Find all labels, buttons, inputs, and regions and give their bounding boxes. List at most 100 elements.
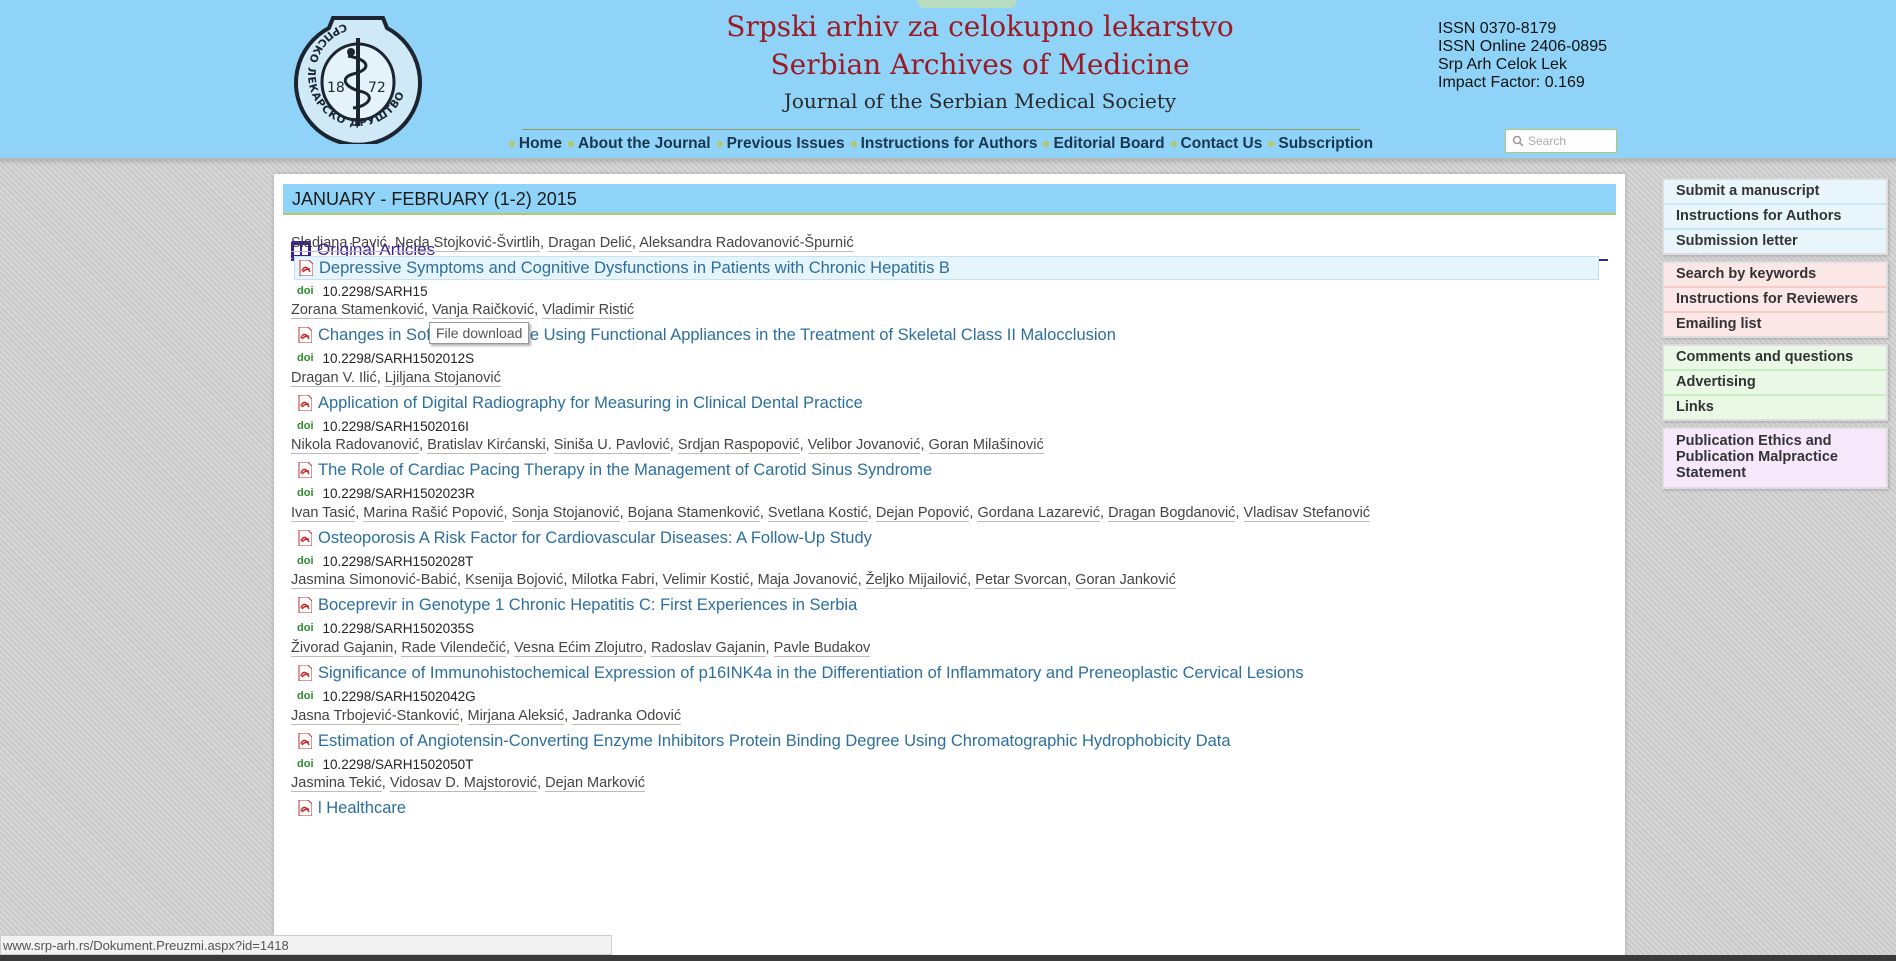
sidebar-advertising[interactable]: Advertising [1664, 371, 1886, 396]
author-link[interactable]: Marina Rašić Popović [363, 505, 504, 522]
nav-subscription[interactable]: Subscription [1268, 135, 1373, 153]
author-link[interactable]: Pavle Budakov [773, 640, 871, 657]
article-title-row[interactable]: l Healthcare [294, 796, 1611, 820]
article-title-row[interactable]: The Role of Cardiac Pacing Therapy in th… [294, 458, 1611, 482]
article-title-link[interactable]: Application of Digital Radiography for M… [318, 394, 863, 413]
author-link[interactable]: Maja Jovanović [757, 572, 858, 589]
article-title-link[interactable]: Significance of Immunohistochemical Expr… [318, 664, 1304, 683]
sidebar-group-ethics: Publication Ethics and Publication Malpr… [1662, 427, 1888, 489]
doi-value[interactable]: 10.2298/SARH1502028T [323, 554, 474, 569]
author-separator: , [1100, 505, 1109, 521]
article-title-link[interactable]: Estimation of Angiotensin-Converting Enz… [318, 732, 1231, 751]
doi-value[interactable]: 10.2298/SARH1502050T [323, 757, 474, 772]
author-link[interactable]: Bratislav Kirćanski [427, 437, 546, 454]
sidebar-group-review: Search by keywords Instructions for Revi… [1662, 261, 1888, 338]
author-link[interactable]: Siniša U. Pavlović [553, 437, 670, 454]
author-link[interactable]: Milotka Fabri [571, 572, 655, 589]
article-title-row[interactable]: Boceprevir in Genotype 1 Chronic Hepatit… [294, 593, 1611, 617]
author-link[interactable]: Vanja Raičković [432, 302, 535, 319]
author-link[interactable]: Vidosav D. Majstorović [389, 775, 538, 792]
society-logo[interactable]: СРПСКО ЛЕКАРСКО ДРУШТВО 18 72 [291, 8, 425, 144]
author-link[interactable]: Sonja Stojanović [511, 505, 620, 522]
author-link[interactable]: Vladimir Ristić [542, 302, 635, 319]
author-link[interactable]: Vesna Ećim Zlojutro [514, 640, 643, 657]
author-link[interactable]: Ksenija Bojović [465, 572, 564, 589]
nav-about[interactable]: About the Journal [567, 135, 711, 153]
article-title-row[interactable]: Application of Digital Radiography for M… [294, 391, 1611, 415]
doi-value[interactable]: 10.2298/SARH1502042G [323, 689, 476, 704]
article-title-link[interactable]: Depressive Symptoms and Cognitive Dysfun… [319, 259, 950, 278]
author-link[interactable]: Vladisav Stefanović [1243, 505, 1371, 522]
sidebar-submit-manuscript[interactable]: Submit a manuscript [1664, 180, 1886, 205]
author-link[interactable]: Dejan Marković [545, 775, 646, 792]
doi-value[interactable]: 10.2298/SARH1502023R [323, 486, 475, 501]
sidebar-submission-letter[interactable]: Submission letter [1664, 230, 1886, 253]
author-link[interactable]: Mirjana Aleksić [467, 708, 565, 725]
doi-value[interactable]: 10.2298/SARH1502012S [323, 351, 475, 366]
sidebar-comments[interactable]: Comments and questions [1664, 346, 1886, 371]
article-title-row[interactable]: Osteoporosis A Risk Factor for Cardiovas… [294, 526, 1611, 550]
author-link[interactable]: Dragan Bogdanović [1108, 505, 1236, 522]
author-link[interactable]: Aleksandra Radovanović-Špurnić [639, 235, 854, 252]
doi-label: doi [297, 758, 314, 770]
nav-instructions[interactable]: Instructions for Authors [850, 135, 1037, 153]
doi-value[interactable]: 10.2298/SARH1502035S [323, 621, 475, 636]
nav-home[interactable]: Home [508, 135, 562, 153]
nav-editorial-board[interactable]: Editorial Board [1043, 135, 1165, 153]
nav-contact[interactable]: Contact Us [1170, 135, 1262, 153]
author-separator: , [545, 437, 554, 453]
article-title-row[interactable]: Depressive Symptoms and Cognitive Dysfun… [294, 256, 1599, 280]
doi-value[interactable]: 10.2298/SARH1502016I [323, 419, 469, 434]
search-input[interactable] [1528, 134, 1608, 148]
article-title-link[interactable]: l Healthcare [318, 799, 406, 818]
author-link[interactable]: Jasmina Tekić [291, 775, 382, 792]
author-link[interactable]: Živorad Gajanin [291, 640, 394, 657]
article-title-link[interactable]: Boceprevir in Genotype 1 Chronic Hepatit… [318, 596, 857, 615]
author-link[interactable]: Velimir Kostić [662, 572, 750, 589]
author-link[interactable]: Rade Vilendečić [401, 640, 506, 657]
article-title-link[interactable]: Osteoporosis A Risk Factor for Cardiovas… [318, 529, 872, 548]
author-link[interactable]: Gordana Lazarević [977, 505, 1100, 522]
nav-previous-issues[interactable]: Previous Issues [716, 135, 845, 153]
author-link[interactable]: Zorana Stamenković [291, 302, 424, 319]
sidebar-publication-ethics[interactable]: Publication Ethics and Publication Malpr… [1664, 429, 1886, 487]
pdf-icon [298, 327, 312, 343]
author-link[interactable]: Ljiljana Stojanović [384, 370, 501, 387]
search-box[interactable] [1505, 129, 1617, 153]
author-link[interactable]: Goran Milašinović [928, 437, 1044, 454]
article-authors: Jasna Trbojević-Stanković, Mirjana Aleks… [291, 707, 1611, 725]
author-link[interactable]: Sladjana Pavić [291, 235, 387, 252]
author-link[interactable]: Bojana Stamenković [627, 505, 760, 522]
bullet-icon [850, 140, 857, 147]
author-link[interactable]: Petar Svorcan [975, 572, 1068, 589]
article-title-row[interactable]: Significance of Immunohistochemical Expr… [294, 661, 1611, 685]
pdf-icon [298, 530, 312, 546]
sidebar-emailing-list[interactable]: Emailing list [1664, 313, 1886, 336]
author-link[interactable]: Dejan Popović [875, 505, 970, 522]
author-link[interactable]: Goran Janković [1075, 572, 1176, 589]
article-authors: Sladjana Pavić, Neda Stojković-Švirtlih,… [291, 234, 1611, 252]
doi-value[interactable]: 10.2298/SARH15 [323, 284, 428, 299]
author-separator: , [765, 640, 774, 656]
sidebar-links[interactable]: Links [1664, 396, 1886, 419]
author-link[interactable]: Ivan Tasić [291, 505, 356, 522]
author-link[interactable]: Jadranka Odović [572, 708, 682, 725]
author-link[interactable]: Jasna Trbojević-Stanković [291, 708, 460, 725]
author-link[interactable]: Nikola Radovanović [291, 437, 420, 454]
author-link[interactable]: Radoslav Gajanin [651, 640, 766, 657]
author-link[interactable]: Srdjan Raspopović [677, 437, 800, 454]
article-title-link[interactable]: The Role of Cardiac Pacing Therapy in th… [318, 461, 932, 480]
sidebar-search-keywords[interactable]: Search by keywords [1664, 263, 1886, 288]
author-link[interactable]: Velibor Jovanović [807, 437, 921, 454]
sidebar-instructions-reviewers[interactable]: Instructions for Reviewers [1664, 288, 1886, 313]
journal-abbreviation: Srp Arh Celok Lek [1438, 56, 1567, 73]
doi-row: doi 10.2298/SARH1502050T [297, 756, 1611, 772]
author-link[interactable]: Dragan V. Ilić [291, 370, 377, 387]
author-link[interactable]: Jasmina Simonović-Babić [291, 572, 458, 589]
article-title-row[interactable]: Estimation of Angiotensin-Converting Enz… [294, 729, 1611, 753]
author-link[interactable]: Svetlana Kostić [767, 505, 868, 522]
sidebar-instructions-authors[interactable]: Instructions for Authors [1664, 205, 1886, 230]
author-link[interactable]: Dragan Delić [548, 235, 632, 252]
author-link[interactable]: Željko Mijailović [865, 572, 968, 589]
author-link[interactable]: Neda Stojković-Švirtlih [394, 235, 541, 252]
